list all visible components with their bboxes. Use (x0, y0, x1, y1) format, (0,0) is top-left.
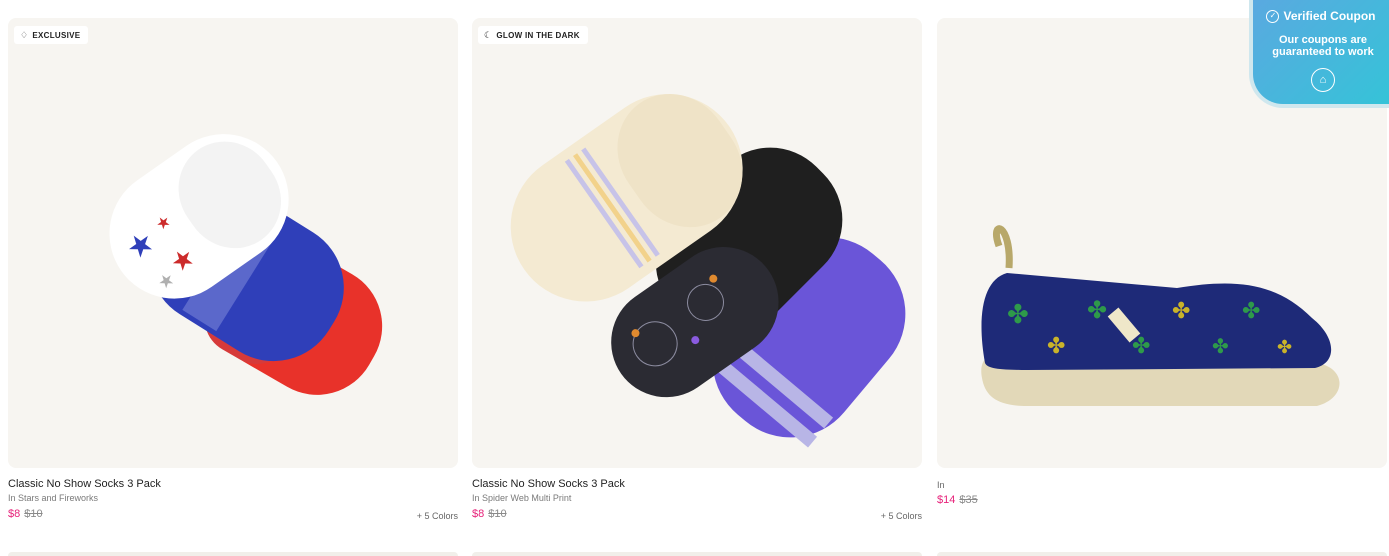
check-circle-icon: ✓ (1266, 9, 1280, 23)
svg-text:✤: ✤ (1087, 297, 1107, 324)
svg-text:✤: ✤ (1007, 299, 1029, 329)
product-info: Classic No Show Socks 3 Pack In Spider W… (472, 468, 922, 528)
next-row-card-edge (472, 552, 922, 556)
socks-spider-web-image (510, 93, 906, 448)
coupon-title: ✓ Verified Coupon (1253, 9, 1389, 23)
verified-coupon-widget[interactable]: ✓ Verified Coupon Our coupons are guaran… (1249, 0, 1389, 108)
product-price: $14 $35 (937, 494, 978, 506)
sale-price: $14 (937, 494, 956, 506)
sale-price: $8 (8, 508, 21, 520)
verified-coupon-panel[interactable]: ✓ Verified Coupon Our coupons are guaran… (1253, 0, 1389, 104)
original-price: $10 (24, 508, 43, 520)
product-grid: ★ ★ ★ ★ ♢ EXCLUSIVE Classic No Show Sock… (0, 0, 1389, 556)
svg-text:✤: ✤ (1172, 298, 1190, 323)
original-price: $35 (959, 494, 978, 506)
next-row-card-edge (8, 552, 458, 556)
product-badge: ☾ GLOW IN THE DARK (478, 26, 588, 44)
product-title[interactable]: Classic No Show Socks 3 Pack (8, 478, 161, 490)
sale-price: $8 (472, 508, 485, 520)
coupon-hat-icon[interactable]: ⌂ (1311, 68, 1335, 92)
product-badge: ♢ EXCLUSIVE (14, 26, 89, 44)
socks-stars-fireworks-image: ★ ★ ★ ★ (109, 134, 383, 395)
product-price: $8 $10 (472, 508, 507, 520)
product-variant: In Stars and Fireworks (8, 493, 99, 503)
product-price: $8 $10 (8, 508, 43, 520)
svg-text:✤: ✤ (1212, 336, 1229, 358)
next-row-card-edge (937, 552, 1387, 556)
product-title[interactable]: Classic No Show Socks 3 Pack (472, 478, 625, 490)
product-info: Classic No Show Socks 3 Pack In Stars an… (8, 468, 458, 528)
gem-icon: ♢ (20, 29, 29, 40)
moon-icon: ☾ (484, 29, 493, 40)
product-image[interactable]: ☾ GLOW IN THE DARK (472, 18, 922, 468)
product-image[interactable]: ★ ★ ★ ★ ♢ EXCLUSIVE (8, 18, 458, 468)
product-variant: In Spider Web Multi Print (472, 493, 572, 503)
product-info: In $14 $35 (937, 468, 1387, 528)
coupon-guarantee-text: Our coupons are guaranteed to work (1272, 34, 1374, 58)
more-colors-link[interactable]: + 5 Colors (417, 511, 458, 521)
product-card[interactable]: ★ ★ ★ ★ ♢ EXCLUSIVE Classic No Show Sock… (8, 18, 458, 528)
svg-text:✤: ✤ (1242, 298, 1260, 323)
svg-text:✤: ✤ (1047, 333, 1065, 358)
product-card[interactable]: ☾ GLOW IN THE DARK Classic No Show Socks… (472, 18, 922, 528)
product-variant: In (937, 480, 945, 490)
more-colors-link[interactable]: + 5 Colors (881, 511, 922, 521)
original-price: $10 (488, 508, 507, 520)
svg-text:✤: ✤ (1277, 337, 1292, 357)
